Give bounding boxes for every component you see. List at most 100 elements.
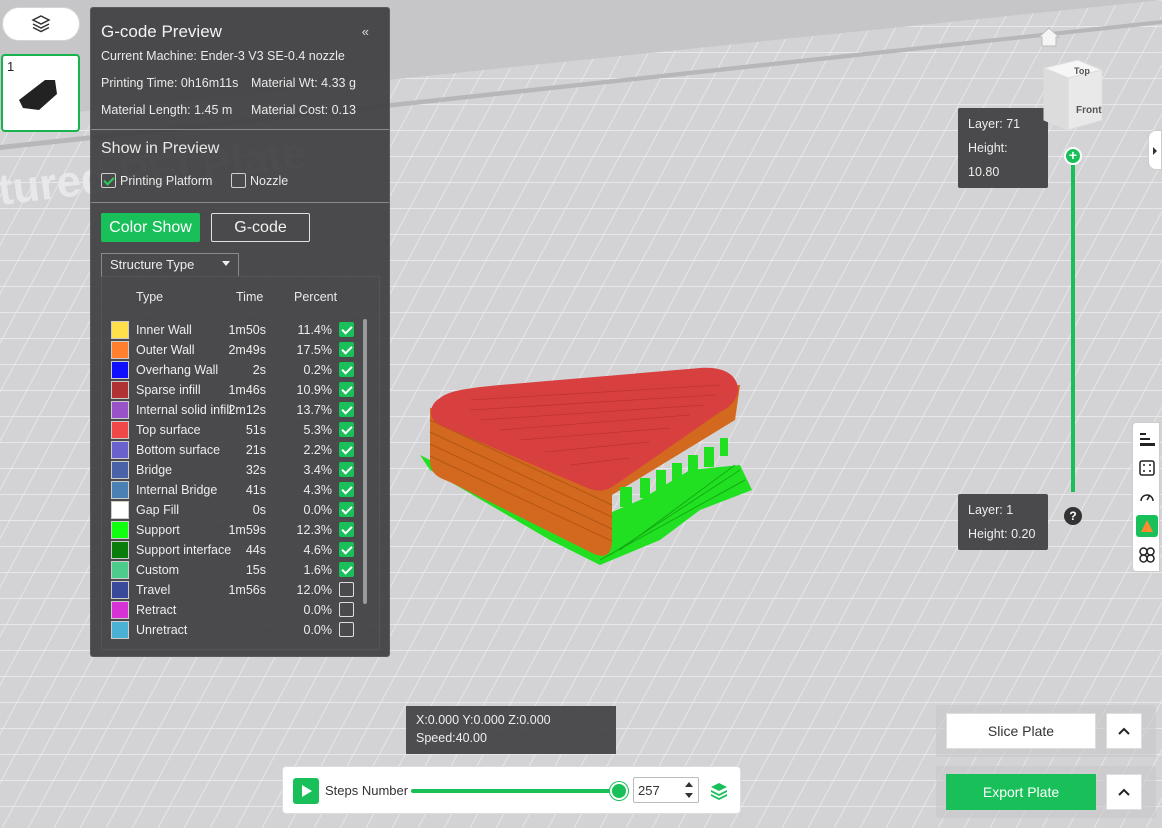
legend-row: Gap Fill 0s 0.0%: [102, 500, 362, 520]
right-panel-toggle[interactable]: [1148, 130, 1162, 170]
steps-slider[interactable]: [411, 789, 621, 793]
top-layer-handle[interactable]: +: [1064, 147, 1082, 165]
layer-range-slider[interactable]: [1071, 156, 1075, 492]
structure-time: 44s: [245, 543, 266, 557]
show-in-preview-heading: Show in Preview: [101, 140, 220, 157]
structure-name: Overhang Wall: [136, 363, 219, 377]
steps-number-input[interactable]: 257: [633, 777, 699, 803]
filament-icon: [1141, 520, 1153, 532]
top-layer-number: Layer: 71: [968, 117, 1021, 131]
structure-name: Top surface: [136, 423, 201, 437]
legend-row: Unretract 0.0%: [102, 620, 362, 640]
color-show-button[interactable]: Color Show: [101, 213, 200, 242]
structure-percent: 1.6%: [303, 563, 333, 577]
help-button[interactable]: ?: [1064, 507, 1082, 525]
structure-visibility-checkbox[interactable]: [339, 382, 354, 397]
structure-visibility-checkbox[interactable]: [339, 322, 354, 337]
structure-name: Bridge: [136, 463, 173, 477]
clover-icon: [1139, 547, 1155, 563]
preview-tool[interactable]: [1136, 515, 1158, 537]
structure-time: 1m59s: [228, 523, 266, 537]
view-cube-icon: Top Front: [1042, 59, 1104, 131]
legend-row: Custom 15s 1.6%: [102, 560, 362, 580]
legend-row: Inner Wall 1m50s 11.4%: [102, 320, 362, 340]
structure-visibility-checkbox[interactable]: [339, 542, 354, 557]
layers-toggle-button[interactable]: [2, 7, 80, 41]
layer-stack-button[interactable]: [709, 781, 729, 804]
color-swatch: [111, 501, 129, 519]
slice-plate-button[interactable]: Slice Plate: [946, 713, 1096, 749]
plate-thumbnail[interactable]: 1: [1, 54, 80, 132]
structure-time: 15s: [245, 563, 266, 577]
assembly-tool[interactable]: [1136, 544, 1158, 566]
material-cost: Material Cost: 0.13: [251, 103, 356, 117]
top-layer-tooltip: Layer: 71 Height: 10.80: [958, 108, 1048, 188]
home-view-button[interactable]: [1037, 27, 1061, 50]
view-cube[interactable]: Top Front: [1040, 58, 1106, 137]
legend-row: Internal solid infill 2m12s 13.7%: [102, 400, 362, 420]
play-button[interactable]: [293, 778, 319, 804]
view-type-select[interactable]: Structure Type: [101, 253, 239, 277]
structure-name: Sparse infill: [136, 383, 201, 397]
layer-height-tool[interactable]: [1136, 428, 1158, 450]
structure-visibility-checkbox[interactable]: [339, 362, 354, 377]
structure-name: Travel: [136, 583, 171, 597]
structure-percent: 5.3%: [303, 423, 333, 437]
option-printing-platform[interactable]: Printing Platform: [101, 173, 212, 188]
color-swatch: [111, 581, 129, 599]
structure-visibility-checkbox[interactable]: [339, 582, 354, 597]
structure-visibility-checkbox[interactable]: [339, 502, 354, 517]
structure-name: Internal Bridge: [136, 483, 218, 497]
structure-time: 1m56s: [228, 583, 266, 597]
export-options-button[interactable]: [1106, 774, 1142, 810]
structure-visibility-checkbox[interactable]: [339, 422, 354, 437]
slice-options-button[interactable]: [1106, 713, 1142, 749]
header-percent: Percent: [294, 290, 338, 304]
structure-time: 1m46s: [228, 383, 266, 397]
legend-row: Retract 0.0%: [102, 600, 362, 620]
structure-percent: 11.4%: [297, 323, 332, 337]
speed-tool[interactable]: [1136, 486, 1158, 508]
structure-name: Custom: [136, 563, 180, 577]
structure-visibility-checkbox[interactable]: [339, 342, 354, 357]
grid-view-tool[interactable]: [1136, 457, 1158, 479]
structure-percent: 4.6%: [303, 543, 333, 557]
top-layer-height: Height: 10.80: [968, 141, 1008, 179]
increment-icon[interactable]: [685, 782, 693, 787]
legend-row: Overhang Wall 2s 0.2%: [102, 360, 362, 380]
legend-row: Support 1m59s 12.3%: [102, 520, 362, 540]
plate-number: 1: [7, 59, 15, 74]
color-swatch: [111, 601, 129, 619]
option-nozzle[interactable]: Nozzle: [231, 173, 288, 188]
structure-visibility-checkbox[interactable]: [339, 482, 354, 497]
structure-percent: 0.0%: [303, 503, 333, 517]
steps-slider-handle[interactable]: [610, 782, 628, 800]
structure-percent: 12.0%: [296, 583, 332, 597]
structure-visibility-checkbox[interactable]: [339, 622, 354, 637]
structure-percent: 12.3%: [296, 523, 332, 537]
color-swatch: [111, 621, 129, 639]
color-swatch: [111, 421, 129, 439]
legend-row: Support interface 44s 4.6%: [102, 540, 362, 560]
color-swatch: [111, 461, 129, 479]
gcode-button[interactable]: G-code: [211, 213, 310, 242]
decrement-icon[interactable]: [685, 793, 693, 798]
legend-scrollbar[interactable]: [363, 319, 367, 604]
nozzle-checkbox[interactable]: [231, 173, 246, 188]
structure-visibility-checkbox[interactable]: [339, 522, 354, 537]
panel-title: G-code Preview: [101, 22, 222, 41]
color-swatch: [111, 481, 129, 499]
structure-visibility-checkbox[interactable]: [339, 442, 354, 457]
collapse-panel-button[interactable]: «: [362, 24, 369, 39]
structure-visibility-checkbox[interactable]: [339, 562, 354, 577]
structure-visibility-checkbox[interactable]: [339, 602, 354, 617]
structure-time: 2s: [252, 363, 266, 377]
structure-percent: 17.5%: [296, 343, 332, 357]
export-plate-button[interactable]: Export Plate: [946, 774, 1096, 810]
color-swatch: [111, 361, 129, 379]
structure-visibility-checkbox[interactable]: [339, 402, 354, 417]
structure-visibility-checkbox[interactable]: [339, 462, 354, 477]
color-swatch: [111, 561, 129, 579]
structure-name: Outer Wall: [136, 343, 195, 357]
printing-platform-checkbox[interactable]: [101, 173, 116, 188]
